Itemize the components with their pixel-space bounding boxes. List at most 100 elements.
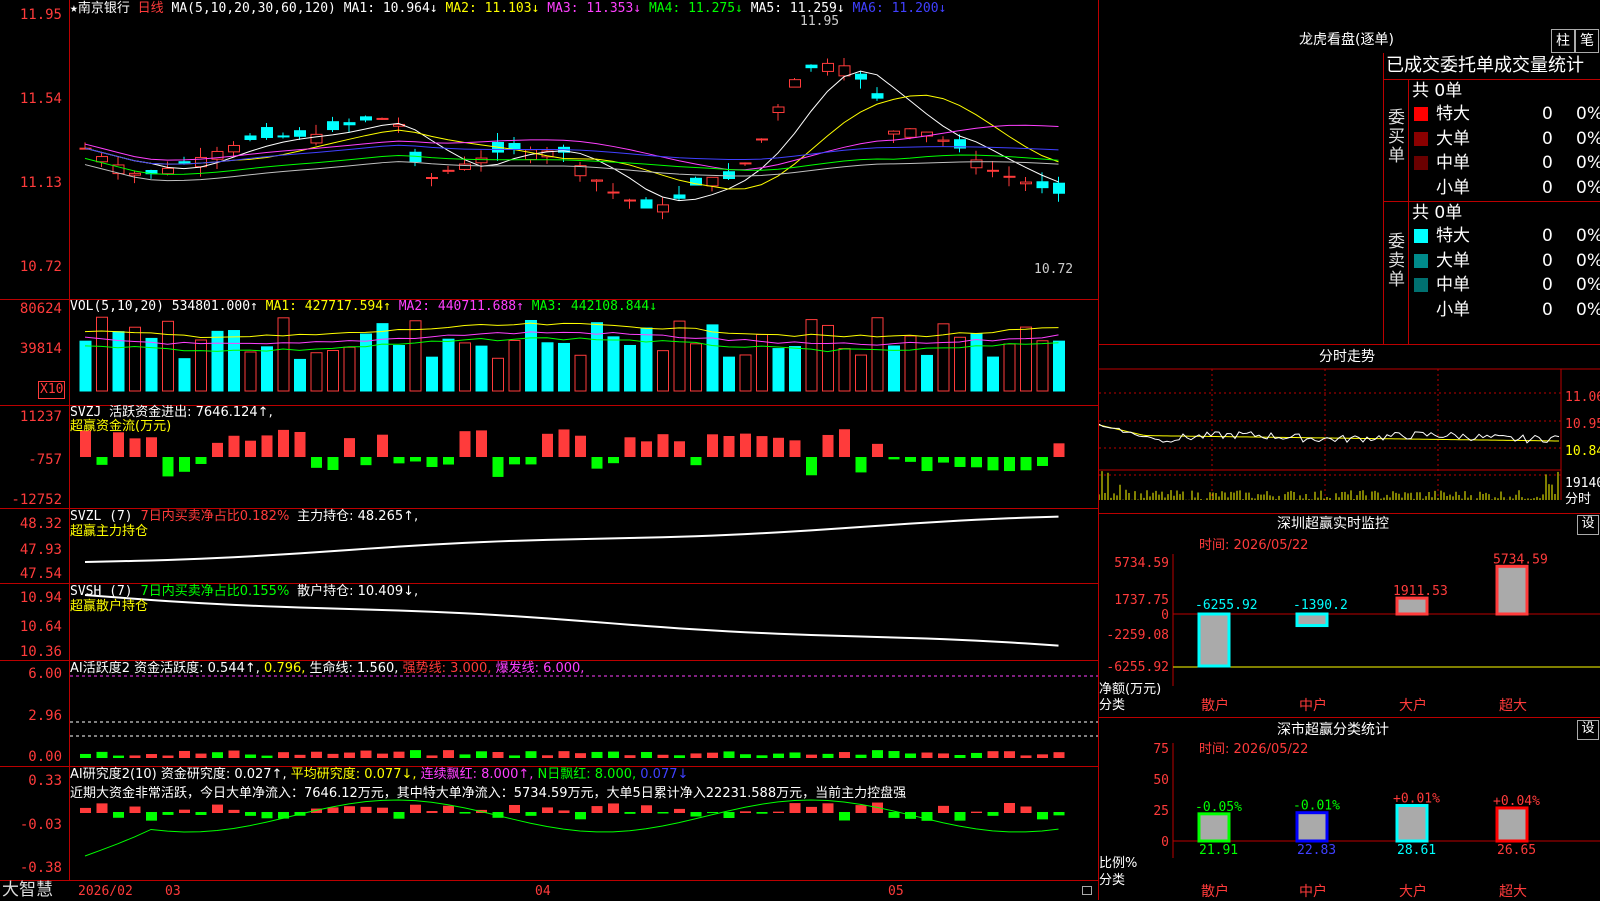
bar: [261, 435, 273, 457]
research-bar: [575, 812, 586, 820]
volume-bar: [525, 319, 537, 392]
volume-bar: [838, 348, 851, 392]
candle-body: [871, 93, 884, 99]
svsh-title: 超赢散户持仓: [70, 599, 149, 614]
order-count: 0: [1542, 104, 1553, 124]
candle-body: [442, 169, 455, 172]
bar: [740, 433, 751, 457]
bar: [987, 457, 999, 471]
bar: [393, 457, 405, 464]
svzj-panel[interactable]: SVZJ 活跃资金进出: 7646.124↑, 超赢资金流(万元) 11237 …: [0, 405, 1098, 509]
ai-research-panel[interactable]: AI研究度2(10) 资金研究度: 0.027↑, 平均研究度: 0.077↓,…: [0, 766, 1098, 880]
activity-bar: [938, 753, 949, 758]
volume-bar: [657, 350, 669, 392]
vol-header: VOL(5,10,20) 534801.000↑ MA1: 427717.594…: [70, 299, 657, 315]
candle-body: [261, 127, 273, 138]
date-axis[interactable]: 大智慧 2026/02 03 04 05: [0, 880, 1098, 901]
bar: [657, 434, 669, 457]
svzl-ytick: 47.54: [19, 566, 62, 582]
research-bar: [608, 803, 619, 813]
classify-value: 21.91: [1199, 843, 1238, 858]
volume-bar: [756, 334, 768, 392]
ai-activity-panel[interactable]: AI活跃度2 资金活跃度: 0.544↑, 0.796, 生命线: 1.560,…: [0, 660, 1098, 767]
volume-bar: [772, 348, 785, 392]
bar: [212, 442, 223, 457]
brand-logo[interactable]: 大智慧: [2, 882, 53, 899]
kline-ytick: 11.95: [19, 7, 62, 23]
research-bar: [674, 808, 685, 813]
activity-bar: [311, 751, 322, 758]
candle-body: [277, 135, 290, 138]
volume-panel[interactable]: VOL(5,10,20) 534801.000↑ MA1: 427717.594…: [0, 299, 1098, 406]
classify-ytick: 75: [1153, 742, 1169, 757]
kline-panel[interactable]: ★南京银行 日线 MA(5,10,20,30,60,120) MA1: 10.9…: [0, 0, 1098, 300]
volume-bar: [508, 339, 521, 392]
indicator-line: [84, 594, 1059, 647]
period-label[interactable]: 日线: [138, 1, 164, 16]
bar: [179, 457, 190, 472]
intraday-chart[interactable]: [1099, 345, 1600, 513]
ai-research-chart[interactable]: [0, 766, 1098, 880]
research-bar: [146, 812, 157, 821]
vol-ytick: 39814: [19, 341, 62, 357]
tick-mode-button[interactable]: 笔: [1575, 29, 1599, 53]
svzj-title: 超赢资金流(万元): [70, 419, 172, 434]
lock-icon[interactable]: [1082, 886, 1092, 895]
kline-chart[interactable]: [0, 0, 1098, 299]
realtime-panel[interactable]: 深圳超赢实时监控 设 时间: 2026/05/22 5734.59 1737.75…: [1099, 513, 1600, 718]
research-bar: [96, 803, 108, 813]
bar: [690, 457, 702, 466]
order-count: 0: [1542, 226, 1553, 246]
candle-body: [789, 79, 801, 88]
activity-bar: [294, 754, 306, 758]
order-class: 小单: [1436, 299, 1470, 320]
classify-category: 中户: [1299, 883, 1327, 900]
candle-body: [1053, 182, 1065, 194]
order-class: 大单: [1436, 250, 1470, 271]
research-bar: [344, 806, 355, 813]
svsh-panel[interactable]: SVSH (7) 7日内买卖净占比0.155% 散户持仓: 10.409↓, 超…: [0, 583, 1098, 661]
vol-unit-badge[interactable]: X10: [38, 381, 66, 399]
bar: [905, 457, 916, 462]
activity-bar: [261, 755, 273, 758]
activity-bar: [822, 753, 834, 758]
volume-bar: [426, 356, 438, 392]
legend-swatch: [1414, 229, 1428, 243]
dragon-title: 龙虎看盘(逐单): [1299, 32, 1394, 48]
activity-bar: [954, 754, 966, 758]
volume-bar: [244, 351, 257, 392]
stock-name[interactable]: 南京银行: [78, 1, 130, 16]
ai2-b: 平均研究度: 0.077↓,: [290, 767, 417, 782]
realtime-ytick: 0: [1161, 608, 1169, 623]
candle-body: [987, 169, 999, 172]
intraday-panel[interactable]: 分时走势 11.06 10.95 10.84 19140 分时: [1099, 345, 1600, 513]
vol-ma3: MA3: 442108.844↓: [531, 299, 658, 314]
candle-body: [310, 133, 323, 144]
svzl-label: SVZL (7): [70, 509, 133, 524]
bar-mode-button[interactable]: 柱: [1551, 29, 1575, 53]
candle-body: [970, 159, 983, 169]
activity-bar: [212, 752, 223, 758]
activity-bar: [96, 751, 108, 758]
bar: [608, 457, 619, 464]
svzl-ratio: 7日内买卖净占比0.182%: [140, 509, 290, 524]
svzj-ytick: -12752: [11, 492, 62, 508]
realtime-bar-label: 5734.59: [1493, 552, 1548, 567]
bar: [674, 441, 685, 457]
research-bar: [888, 812, 900, 818]
classify-panel[interactable]: 深市超赢分类统计 设 时间: 2026/05/22 75 50 25 0 -0.05% 2…: [1099, 718, 1600, 900]
svzl-panel[interactable]: SVZL (7) 7日内买卖净占比0.182% 主力持仓: 48.265↑, 超…: [0, 508, 1098, 584]
activity-bar: [459, 754, 471, 758]
realtime-ytick: -2259.08: [1106, 628, 1169, 643]
candle-body: [178, 161, 191, 164]
volume-bar: [1053, 340, 1065, 392]
research-bar: [443, 805, 454, 813]
date-tick: 03: [165, 884, 181, 899]
research-bar: [426, 811, 438, 813]
activity-bar: [756, 755, 768, 758]
bar: [146, 437, 157, 457]
candle-body: [426, 177, 438, 180]
research-bar: [773, 811, 784, 813]
research-bar: [212, 804, 223, 813]
volume-bar: [96, 316, 108, 392]
